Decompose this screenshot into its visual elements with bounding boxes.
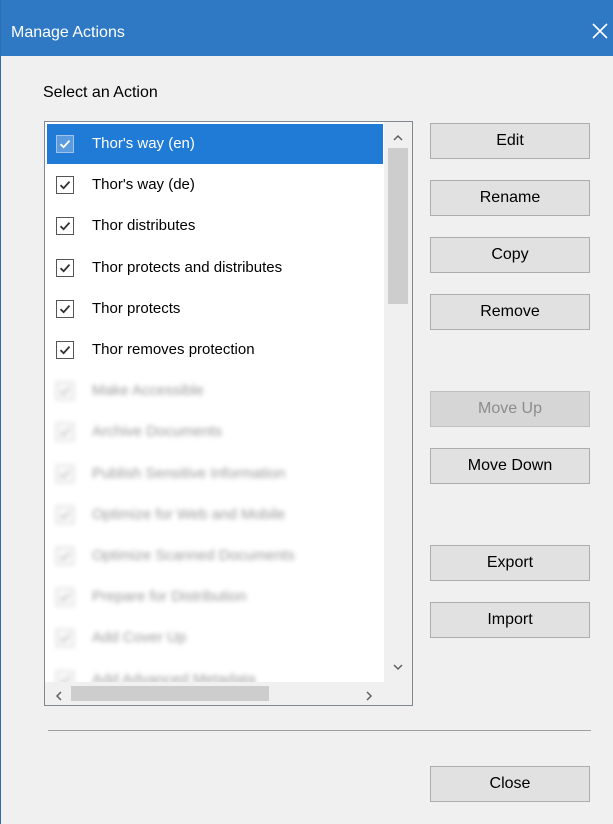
horizontal-scroll-thumb[interactable]	[71, 686, 269, 701]
list-item-label: Thor's way (de)	[92, 176, 195, 194]
list-item[interactable]: Prepare for Distribution	[47, 577, 383, 617]
checkmark-icon	[59, 140, 71, 149]
list-item[interactable]: Add Advanced Metadata	[47, 660, 383, 682]
list-item-label: Optimize Scanned Documents	[92, 547, 295, 564]
list-item-label: Thor's way (en)	[92, 135, 195, 152]
list-item-label: Archive Documents	[92, 423, 223, 441]
checkmark-icon	[59, 263, 71, 273]
title-bar[interactable]: Manage Actions	[1, 0, 613, 56]
list-item[interactable]: Thor removes protection	[47, 330, 383, 370]
checkmark-icon	[59, 675, 71, 682]
list-item-label: Thor protects and distributes	[92, 258, 283, 276]
list-item-label: Thor protects	[92, 299, 181, 317]
import-button[interactable]: Import	[430, 602, 590, 638]
checkbox[interactable]	[56, 217, 74, 236]
scroll-down-icon[interactable]	[393, 659, 403, 671]
checkmark-icon	[59, 634, 71, 643]
checkmark-icon	[59, 552, 71, 561]
list-item-label: Add Cover Up	[92, 629, 187, 647]
checkbox[interactable]	[56, 505, 74, 524]
list-item[interactable]: Thor protects and distributes	[47, 248, 383, 288]
checkbox[interactable]	[56, 670, 74, 682]
list-item[interactable]: Thor's way (en)	[47, 124, 383, 164]
checkmark-icon	[59, 593, 71, 602]
checkmark-icon	[59, 222, 71, 231]
checkbox[interactable]	[56, 464, 74, 483]
list-item[interactable]: Optimize Scanned Documents	[47, 536, 383, 576]
scroll-right-icon[interactable]	[364, 688, 374, 701]
close-button[interactable]: Close	[430, 766, 590, 802]
checkbox[interactable]	[56, 547, 74, 565]
list-item[interactable]: Publish Sensitive Information	[47, 454, 383, 494]
checkbox[interactable]	[56, 588, 74, 607]
list-item-label: Thor removes protection	[92, 341, 255, 358]
checkmark-icon	[59, 304, 71, 314]
list-item[interactable]: Add Cover Up	[47, 618, 383, 658]
checkbox[interactable]	[56, 382, 74, 401]
checkmark-icon	[59, 469, 71, 479]
checkbox[interactable]	[56, 135, 74, 153]
checkmark-icon	[59, 181, 71, 190]
scroll-left-icon[interactable]	[54, 688, 64, 701]
list-item[interactable]: Thor's way (de)	[47, 165, 383, 205]
scroll-up-icon[interactable]	[393, 130, 403, 141]
list-item-label: Prepare for Distribution	[92, 588, 247, 606]
list-item[interactable]: Thor protects	[47, 289, 383, 329]
list-item-label: Optimize for Web and Mobile	[92, 505, 286, 523]
copy-button[interactable]: Copy	[430, 237, 590, 273]
actions-list: Thor's way (en) Thor's way (de) Thor distr…	[45, 122, 384, 682]
list-item-label: Publish Sensitive Information	[92, 464, 286, 482]
list-item-label: Make Accessible	[92, 382, 204, 400]
vertical-scroll-thumb[interactable]	[388, 148, 408, 304]
remove-button[interactable]: Remove	[430, 294, 590, 330]
rename-button[interactable]: Rename	[430, 180, 590, 216]
checkbox[interactable]	[56, 258, 74, 277]
checkbox[interactable]	[56, 423, 74, 442]
move-down-button[interactable]: Move Down	[430, 448, 590, 484]
list-item[interactable]: Thor distributes	[47, 206, 383, 246]
list-item[interactable]: Optimize for Web and Mobile	[47, 495, 383, 535]
list-item-label: Thor distributes	[92, 217, 196, 235]
vertical-scrollbar[interactable]	[384, 122, 412, 682]
horizontal-scrollbar[interactable]	[45, 682, 384, 705]
select-action-label: Select an Action	[43, 84, 158, 101]
manage-actions-dialog: Manage Actions Select an Action Thor's w…	[0, 0, 613, 824]
checkbox[interactable]	[56, 341, 74, 359]
dialog-title: Manage Actions	[11, 24, 125, 41]
checkbox[interactable]	[56, 176, 74, 195]
checkbox[interactable]	[56, 299, 74, 318]
close-icon[interactable]	[589, 20, 611, 42]
separator	[48, 730, 591, 731]
list-item[interactable]: Archive Documents	[47, 412, 383, 452]
scrollbar-corner	[384, 682, 412, 705]
checkmark-icon	[59, 387, 71, 396]
checkmark-icon	[59, 510, 71, 520]
checkbox[interactable]	[56, 629, 74, 648]
checkmark-icon	[59, 346, 71, 355]
edit-button[interactable]: Edit	[430, 123, 590, 159]
export-button[interactable]: Export	[430, 545, 590, 581]
list-item[interactable]: Make Accessible	[47, 371, 383, 411]
list-item-label: Add Advanced Metadata	[92, 670, 256, 682]
checkmark-icon	[59, 428, 71, 437]
move-up-button[interactable]: Move Up	[430, 391, 590, 427]
actions-listbox[interactable]: Thor's way (en) Thor's way (de) Thor distr…	[44, 121, 413, 706]
